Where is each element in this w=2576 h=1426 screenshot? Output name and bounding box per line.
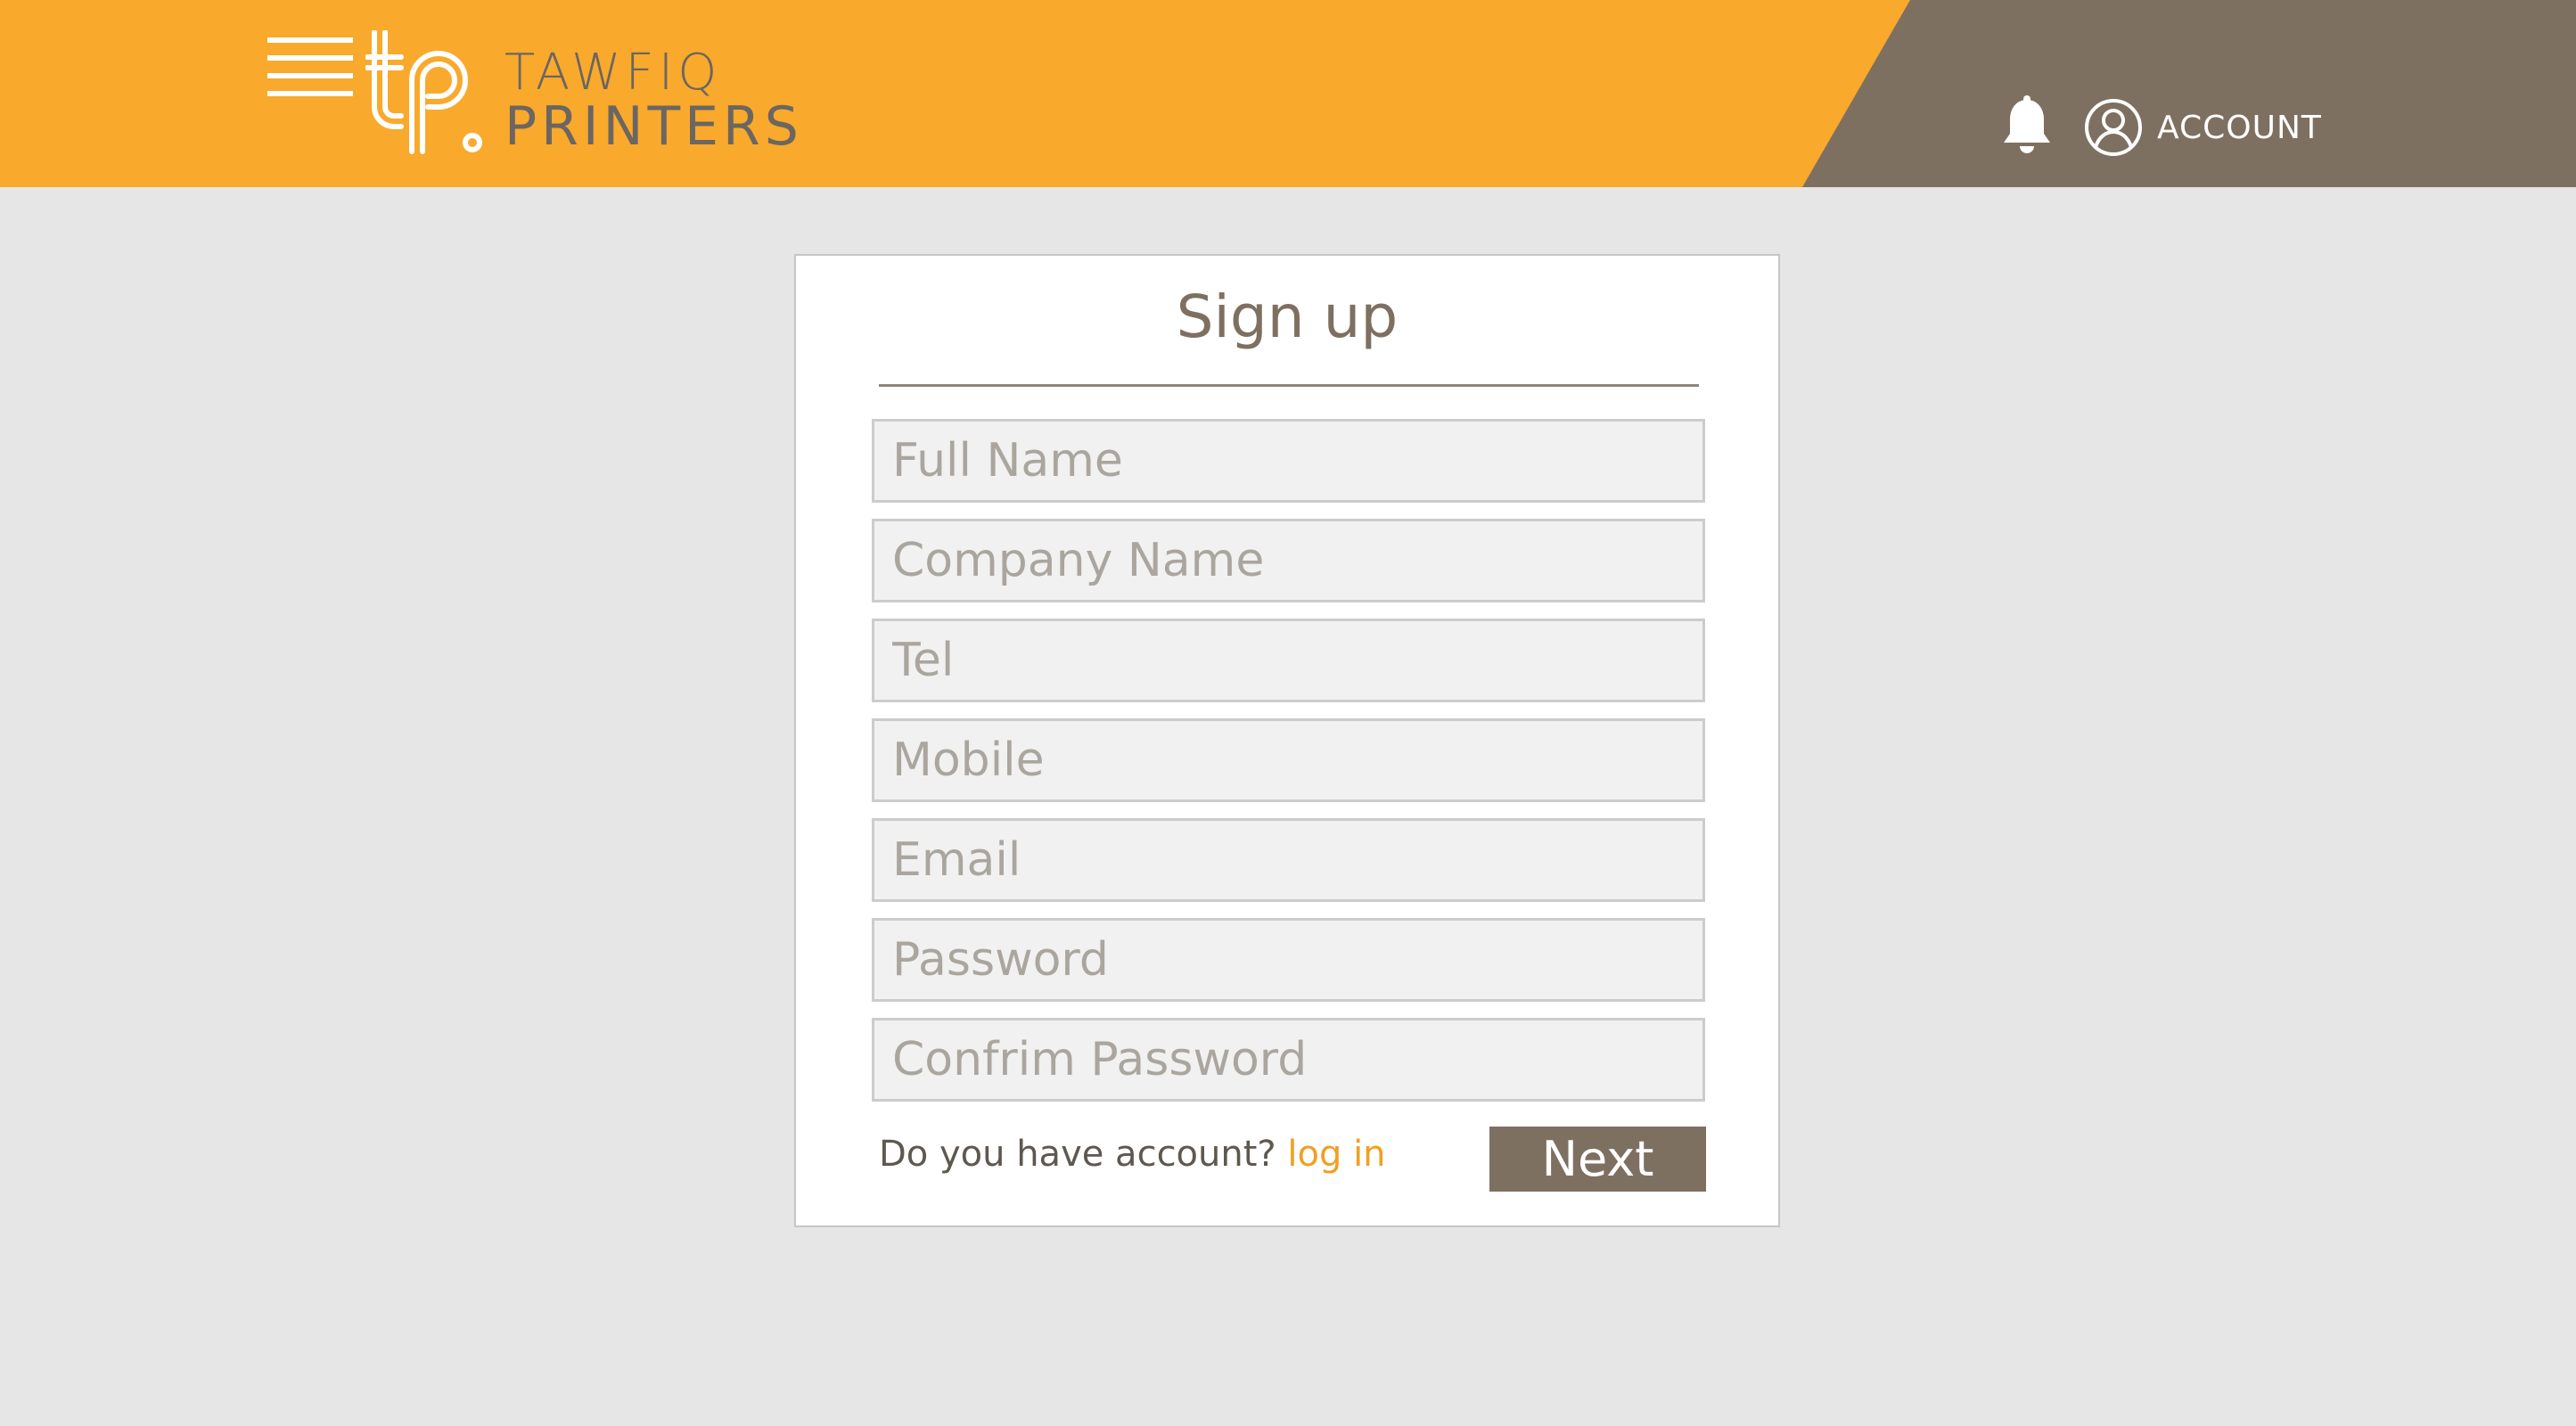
- login-prompt-text: Do you have account?: [879, 1134, 1276, 1175]
- signup-card: Sign up Do you have account? log in Next: [794, 254, 1780, 1227]
- login-prompt: Do you have account? log in: [879, 1134, 1386, 1175]
- account-button[interactable]: ACCOUNT: [2084, 96, 2322, 159]
- brand-name-line1: TAWFIQ: [505, 44, 722, 102]
- brand-wordmark: TAWFIQ PRINTERS: [505, 44, 803, 158]
- menu-line: [267, 91, 353, 96]
- bell-icon[interactable]: [2000, 94, 2054, 157]
- menu-line: [267, 73, 353, 78]
- login-link[interactable]: log in: [1287, 1134, 1385, 1175]
- next-button[interactable]: Next: [1489, 1127, 1706, 1192]
- signup-title: Sign up: [1176, 283, 1399, 351]
- full-name-input[interactable]: [872, 419, 1705, 503]
- brand-name-line2: PRINTERS: [505, 95, 803, 158]
- mobile-input[interactable]: [872, 718, 1705, 802]
- tel-input[interactable]: [872, 619, 1705, 702]
- menu-line: [267, 37, 353, 43]
- password-input[interactable]: [872, 918, 1705, 1002]
- tp-logo-icon: [365, 29, 490, 155]
- account-label: ACCOUNT: [2157, 109, 2322, 146]
- confirm-password-input[interactable]: [872, 1018, 1705, 1102]
- menu-line: [267, 55, 353, 61]
- title-divider: [879, 384, 1699, 387]
- hamburger-menu-icon[interactable]: [267, 36, 353, 98]
- user-circle-icon: [2085, 99, 2142, 156]
- email-input[interactable]: [872, 818, 1705, 902]
- company-name-input[interactable]: [872, 519, 1705, 602]
